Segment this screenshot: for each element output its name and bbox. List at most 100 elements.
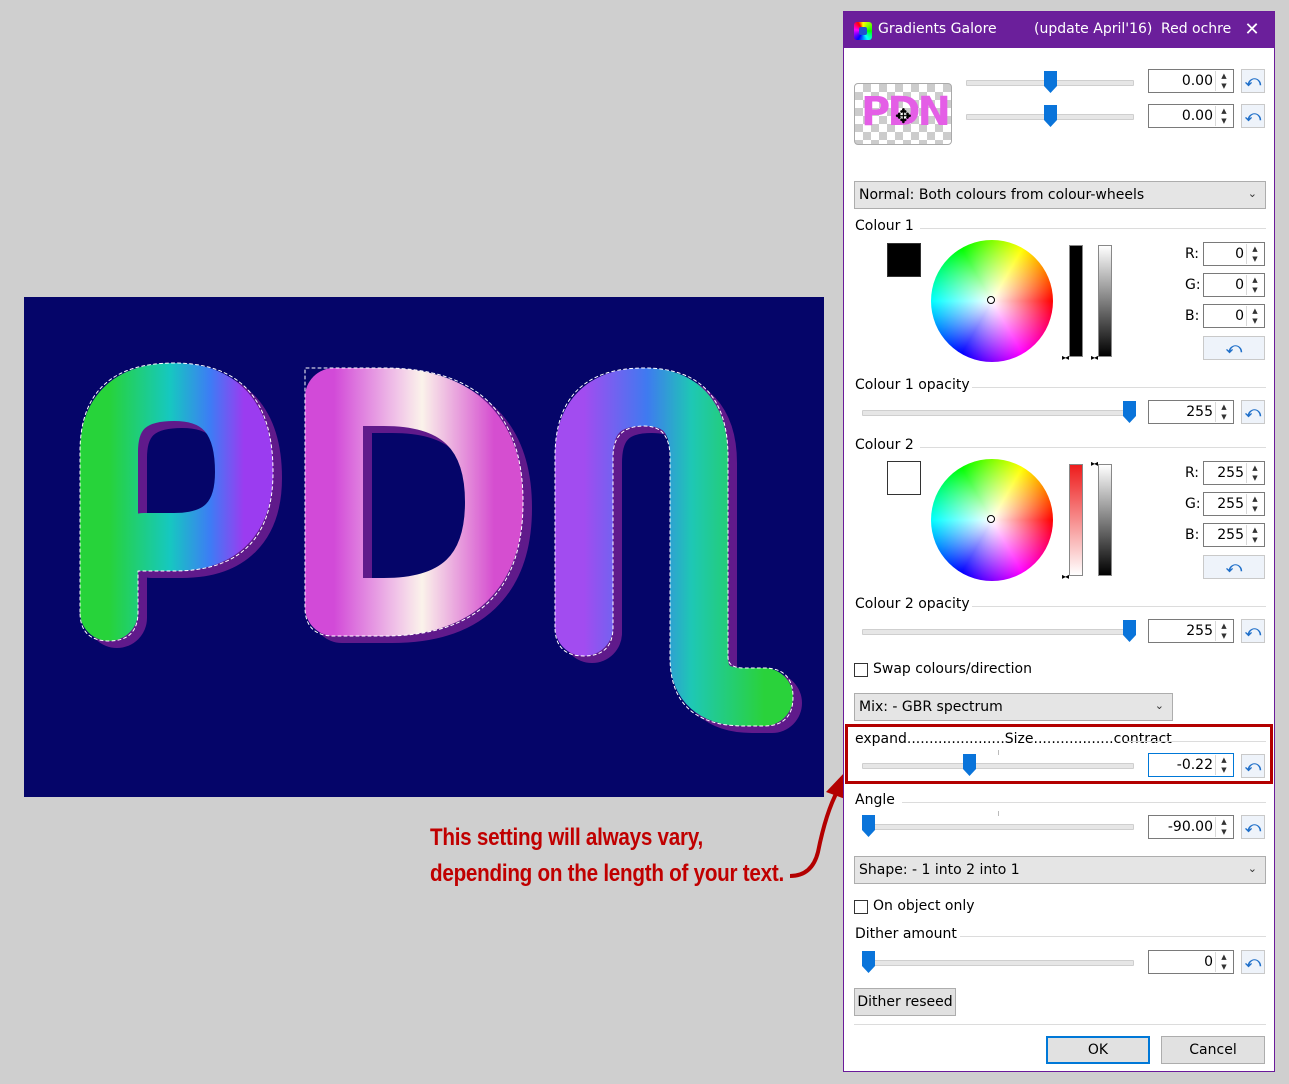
spin-up-icon[interactable]: ▲	[1247, 306, 1263, 316]
swap-checkbox[interactable]	[854, 663, 868, 677]
colour1-alpha-bar[interactable]	[1098, 245, 1112, 357]
alpha-marker-icon[interactable]: ▸◂	[1091, 354, 1098, 362]
spin-down-icon[interactable]: ▼	[1216, 631, 1232, 641]
colour1-b-spin[interactable]: 0 ▲ ▼	[1203, 304, 1265, 328]
colour1-opacity-slider[interactable]	[862, 401, 1136, 423]
annotation-line-2: depending on the length of your text.	[430, 860, 784, 887]
reset-icon[interactable]: ⤺	[1241, 400, 1265, 424]
preview-thumbnail[interactable]: PDN ✥	[854, 83, 952, 145]
colour2-value-bar[interactable]	[1069, 464, 1083, 576]
pdn-text-artwork	[79, 362, 802, 733]
spin-down-icon[interactable]: ▼	[1216, 827, 1232, 837]
spin-down-icon[interactable]: ▼	[1247, 316, 1263, 326]
spin-up-icon[interactable]: ▲	[1216, 402, 1232, 412]
angle-spin[interactable]: -90.00 ▲ ▼	[1148, 815, 1234, 839]
spin-down-icon[interactable]: ▼	[1216, 962, 1232, 972]
colour2-reset-icon[interactable]: ⤺	[1203, 555, 1265, 579]
reset-icon[interactable]: ⤺	[1241, 754, 1265, 778]
colour1-opacity-label: Colour 1 opacity	[855, 377, 970, 393]
annotation-line-1: This setting will always vary,	[430, 824, 703, 851]
colour2-alpha-bar[interactable]	[1098, 464, 1112, 576]
spin-up-icon[interactable]: ▲	[1247, 463, 1263, 473]
spin-down-icon[interactable]: ▼	[1216, 765, 1232, 775]
slider-thumb[interactable]	[1044, 105, 1057, 127]
colour1-r-spin[interactable]: 0 ▲ ▼	[1203, 242, 1265, 266]
spin-up-icon[interactable]: ▲	[1247, 275, 1263, 285]
app-icon	[854, 22, 872, 40]
value-marker-icon[interactable]: ▸◂	[1062, 354, 1069, 362]
on-object-checkbox[interactable]	[854, 900, 868, 914]
offset-x-slider[interactable]	[966, 71, 1134, 93]
spin-up-icon[interactable]: ▲	[1216, 71, 1232, 81]
slider-thumb[interactable]	[963, 754, 976, 776]
spin-down-icon[interactable]: ▼	[1216, 116, 1232, 126]
shape-dropdown[interactable]: Shape: - 1 into 2 into 1 ⌄	[854, 856, 1266, 884]
colour1-g-spin[interactable]: 0 ▲ ▼	[1203, 273, 1265, 297]
spin-down-icon[interactable]: ▼	[1247, 535, 1263, 545]
slider-thumb[interactable]	[1044, 71, 1057, 93]
reset-icon[interactable]: ⤺	[1241, 815, 1265, 839]
on-object-label: On object only	[873, 898, 975, 914]
size-slider[interactable]	[862, 750, 1134, 776]
spin-up-icon[interactable]: ▲	[1216, 755, 1232, 765]
ok-button[interactable]: OK	[1046, 1036, 1150, 1064]
reset-icon[interactable]: ⤺	[1241, 69, 1265, 93]
colour1-reset-icon[interactable]: ⤺	[1203, 336, 1265, 360]
angle-slider[interactable]	[862, 811, 1134, 837]
chevron-down-icon: ⌄	[1247, 862, 1257, 875]
close-icon[interactable]: ✕	[1238, 16, 1266, 44]
colour1-wheel-marker[interactable]	[987, 296, 995, 304]
colour1-b-value: 0	[1235, 308, 1244, 324]
colour1-value-bar[interactable]	[1069, 245, 1083, 357]
spin-up-icon[interactable]: ▲	[1247, 494, 1263, 504]
mix-dropdown[interactable]: Mix: - GBR spectrum ⌄	[854, 693, 1173, 721]
cancel-button[interactable]: Cancel	[1161, 1036, 1265, 1064]
colour1-label: Colour 1	[855, 218, 914, 234]
offset-x-spin[interactable]: 0.00 ▲ ▼	[1148, 69, 1234, 93]
mode-dropdown[interactable]: Normal: Both colours from colour-wheels …	[854, 181, 1266, 209]
reset-icon[interactable]: ⤺	[1241, 104, 1265, 128]
slider-thumb[interactable]	[1123, 401, 1136, 423]
image-canvas[interactable]	[24, 297, 824, 797]
reset-icon[interactable]: ⤺	[1241, 619, 1265, 643]
dither-spin[interactable]: 0 ▲ ▼	[1148, 950, 1234, 974]
colour2-opacity-slider[interactable]	[862, 620, 1136, 642]
spin-up-icon[interactable]: ▲	[1216, 621, 1232, 631]
slider-thumb[interactable]	[862, 815, 875, 837]
spin-down-icon[interactable]: ▼	[1247, 254, 1263, 264]
colour1-swatch[interactable]	[887, 243, 921, 277]
colour1-wheel[interactable]	[931, 240, 1053, 362]
offset-y-spin[interactable]: 0.00 ▲ ▼	[1148, 104, 1234, 128]
colour2-b-spin[interactable]: 255 ▲ ▼	[1203, 523, 1265, 547]
colour1-opacity-spin[interactable]: 255 ▲ ▼	[1148, 400, 1234, 424]
colour1-opacity-value: 255	[1186, 404, 1213, 420]
offset-y-slider[interactable]	[966, 105, 1134, 127]
title-bar[interactable]: Gradients Galore (update April'16) Red o…	[844, 12, 1274, 48]
spin-down-icon[interactable]: ▼	[1247, 285, 1263, 295]
colour1-r-value: 0	[1235, 246, 1244, 262]
spin-up-icon[interactable]: ▲	[1247, 525, 1263, 535]
reset-icon[interactable]: ⤺	[1241, 950, 1265, 974]
colour2-opacity-spin[interactable]: 255 ▲ ▼	[1148, 619, 1234, 643]
spin-down-icon[interactable]: ▼	[1216, 412, 1232, 422]
value-marker-icon[interactable]: ▸◂	[1062, 573, 1069, 581]
size-spin[interactable]: -0.22 ▲ ▼	[1148, 753, 1234, 777]
spin-up-icon[interactable]: ▲	[1216, 952, 1232, 962]
colour2-wheel-marker[interactable]	[987, 515, 995, 523]
spin-down-icon[interactable]: ▼	[1216, 81, 1232, 91]
spin-up-icon[interactable]: ▲	[1216, 106, 1232, 116]
spin-down-icon[interactable]: ▼	[1247, 504, 1263, 514]
size-label: expand......................Size........…	[855, 731, 1172, 747]
spin-up-icon[interactable]: ▲	[1247, 244, 1263, 254]
colour2-g-spin[interactable]: 255 ▲ ▼	[1203, 492, 1265, 516]
dither-slider[interactable]	[862, 951, 1134, 973]
alpha-marker-icon[interactable]: ▸◂	[1091, 460, 1098, 468]
slider-thumb[interactable]	[862, 951, 875, 973]
dither-reseed-button[interactable]: Dither reseed	[854, 988, 956, 1016]
colour2-r-spin[interactable]: 255 ▲ ▼	[1203, 461, 1265, 485]
spin-down-icon[interactable]: ▼	[1247, 473, 1263, 483]
colour2-swatch[interactable]	[887, 461, 921, 495]
slider-thumb[interactable]	[1123, 620, 1136, 642]
spin-up-icon[interactable]: ▲	[1216, 817, 1232, 827]
colour2-wheel[interactable]	[931, 459, 1053, 581]
